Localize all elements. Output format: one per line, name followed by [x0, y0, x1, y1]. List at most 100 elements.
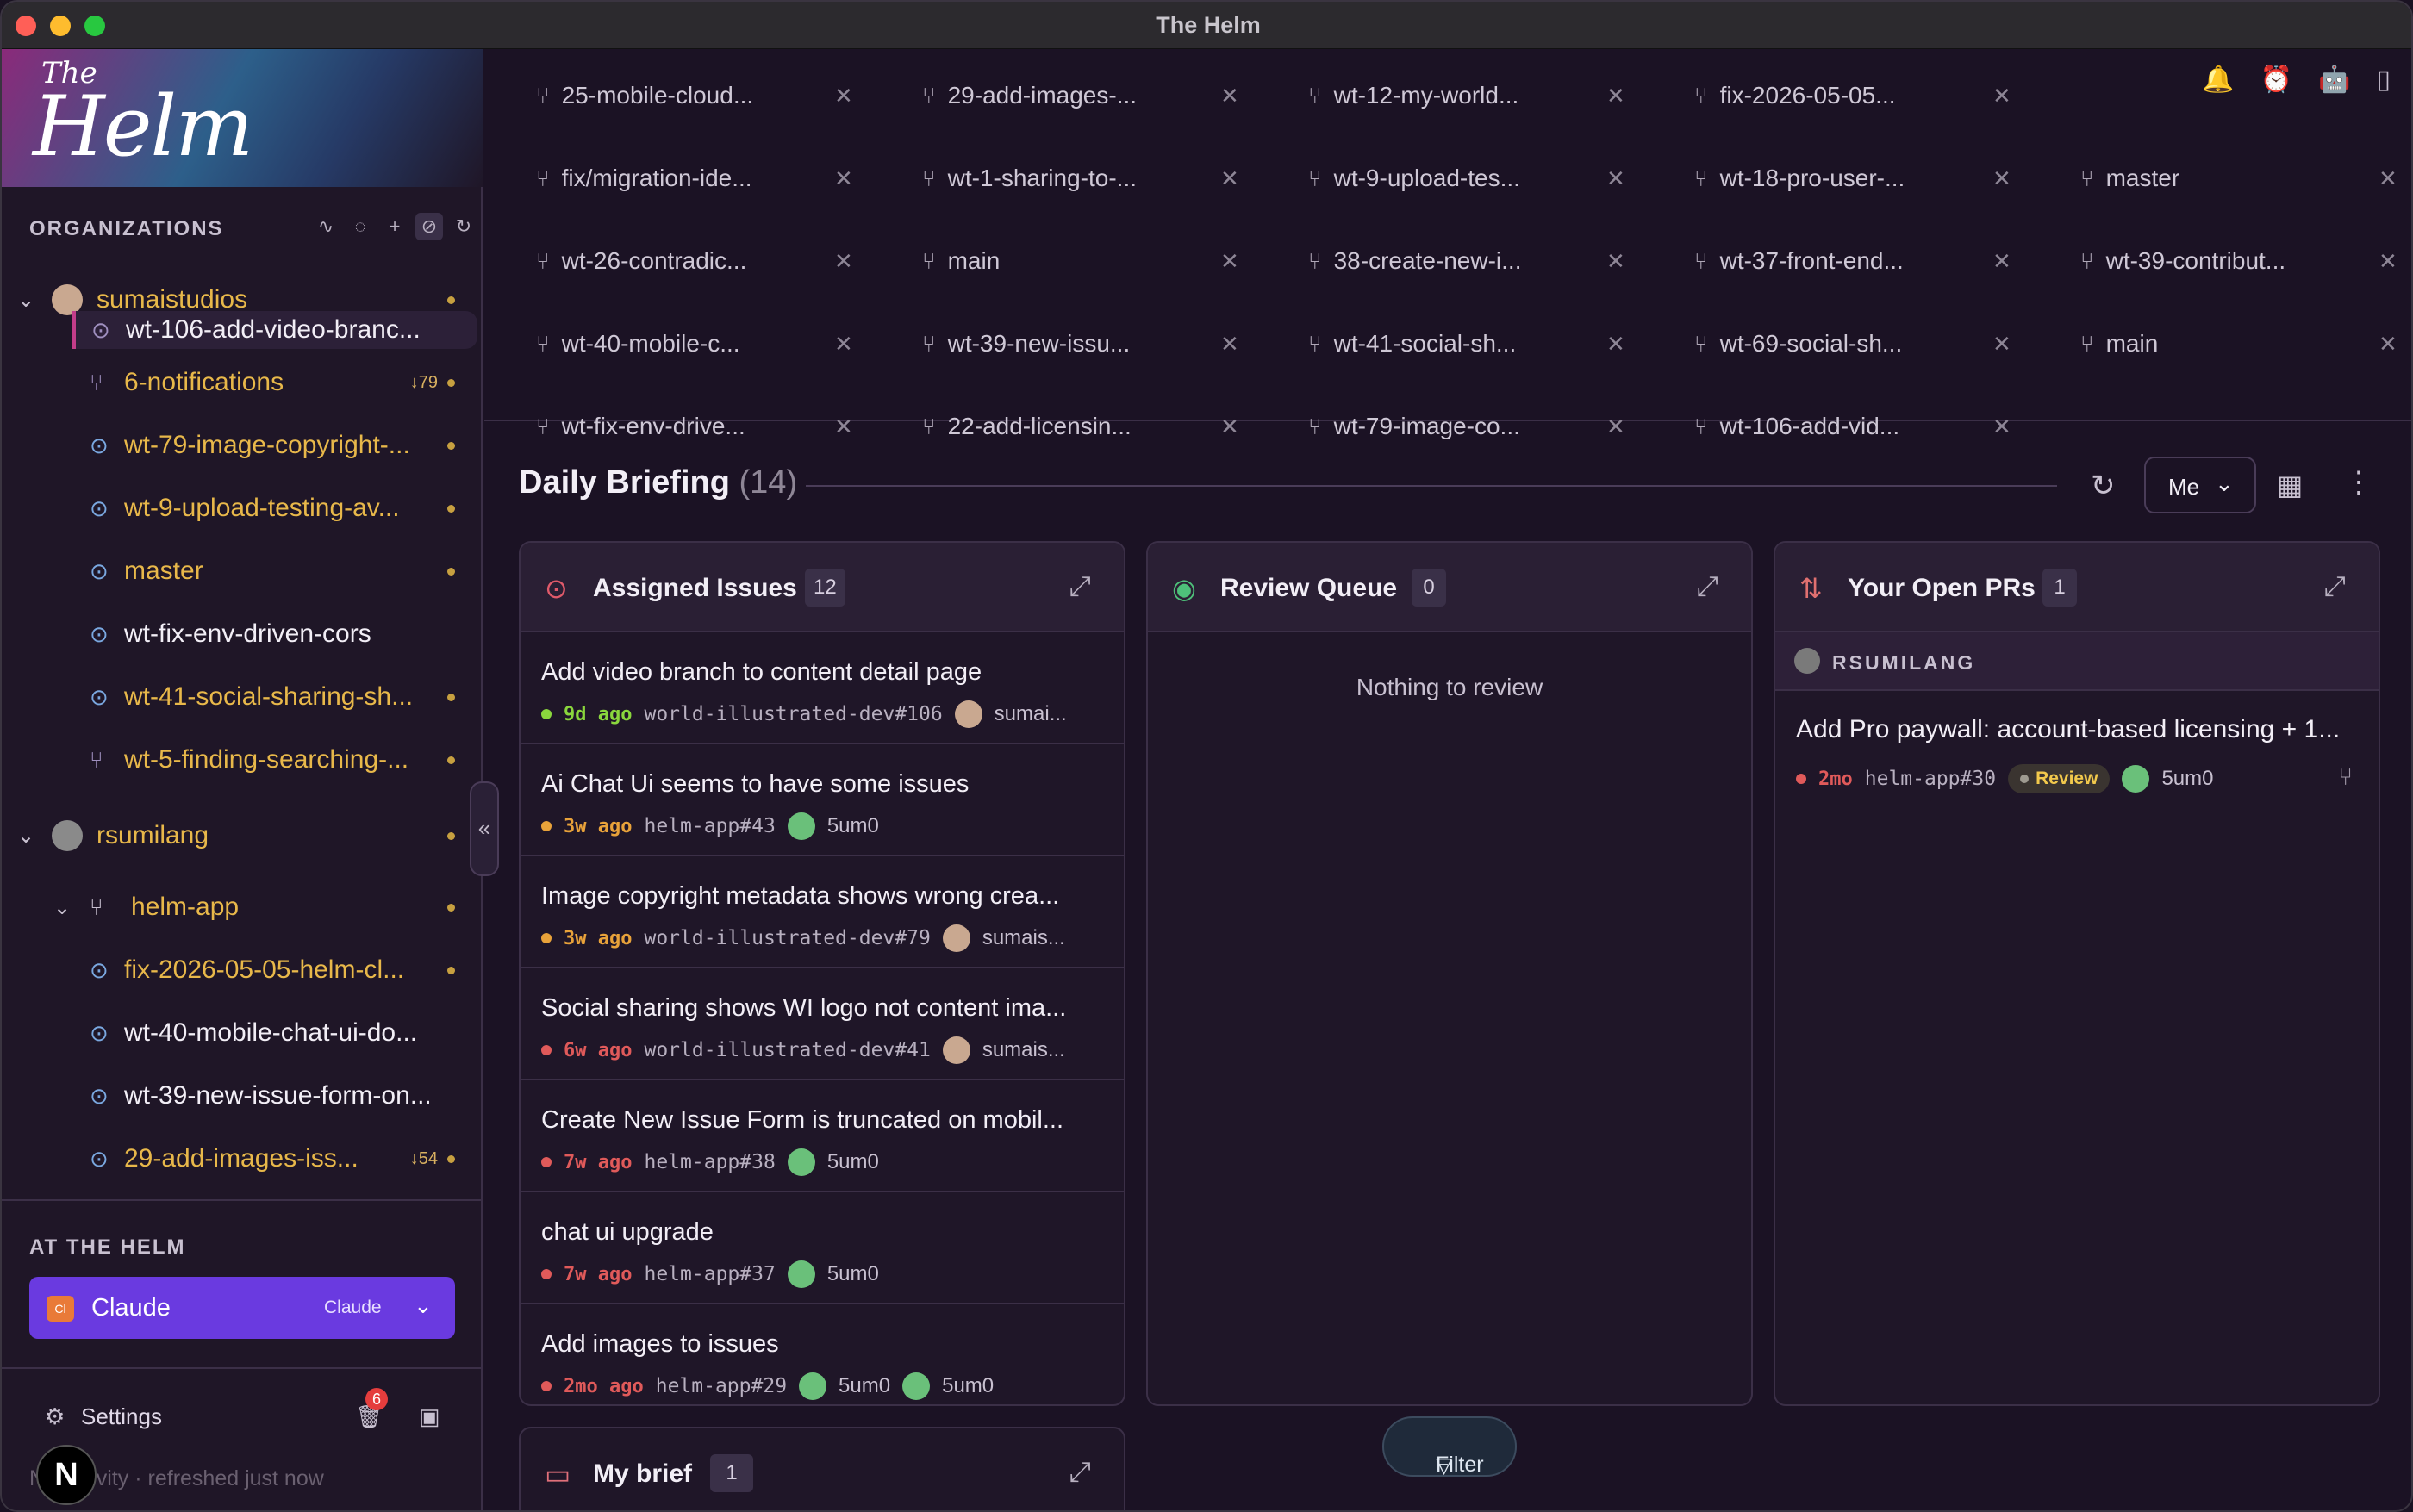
- bot-icon[interactable]: 🤖: [2318, 65, 2350, 95]
- repo-row-helm-app[interactable]: ⌄ ⑂ helm-app: [2, 880, 481, 934]
- close-tab-icon[interactable]: ✕: [1992, 414, 2011, 440]
- close-tab-icon[interactable]: ✕: [2379, 165, 2397, 192]
- issue-row[interactable]: Add images to issues 2mo ago helm-app#29 5u…: [521, 1304, 1124, 1404]
- pr-repo[interactable]: helm-app#30: [1865, 768, 1996, 790]
- issue-repo[interactable]: world-illustrated-dev#41: [644, 1039, 930, 1061]
- close-tab-icon[interactable]: ✕: [1992, 248, 2011, 275]
- issue-title[interactable]: Add video branch to content detail page: [541, 658, 1101, 687]
- save-icon[interactable]: ▣: [419, 1403, 440, 1430]
- close-tab-icon[interactable]: ✕: [1606, 414, 1625, 440]
- chevron-down-icon[interactable]: ⌄: [17, 824, 34, 849]
- close-tab-icon[interactable]: ✕: [1220, 331, 1239, 358]
- bell-icon[interactable]: 🔔: [2202, 65, 2234, 95]
- close-tab-icon[interactable]: ✕: [834, 165, 853, 192]
- issue-repo[interactable]: helm-app#43: [644, 815, 775, 837]
- branch-tab[interactable]: ⑂ 25-mobile-cloud... ✕: [536, 70, 853, 121]
- issue-repo[interactable]: helm-app#29: [656, 1375, 787, 1397]
- sidebar-item[interactable]: ⑂ wt-5-finding-searching-...: [2, 733, 481, 787]
- refresh-icon[interactable]: ↻: [450, 213, 477, 240]
- expand-icon[interactable]: ⤢: [1069, 570, 1091, 603]
- sidebar-item[interactable]: ⊙ wt-fix-env-driven-cors: [2, 607, 481, 661]
- close-tab-icon[interactable]: ✕: [834, 414, 853, 440]
- issue-row[interactable]: Ai Chat Ui seems to have some issues 3w a…: [521, 744, 1124, 856]
- branch-tab[interactable]: ⑂ wt-106-add-vid... ✕: [1694, 401, 2011, 452]
- sidebar-item[interactable]: ⊙ master: [2, 544, 481, 598]
- close-tab-icon[interactable]: ✕: [1992, 331, 2011, 358]
- branch-icon[interactable]: ⑂: [2338, 763, 2353, 791]
- issue-title[interactable]: Ai Chat Ui seems to have some issues: [541, 770, 1101, 799]
- issue-repo[interactable]: helm-app#38: [644, 1151, 775, 1173]
- close-tab-icon[interactable]: ✕: [1220, 414, 1239, 440]
- sidebar-item[interactable]: ⊙ wt-41-social-sharing-sh...: [2, 670, 481, 724]
- org-row-rsumilang[interactable]: ⌄ rsumilang: [2, 809, 481, 862]
- sidebar-item[interactable]: ⑂ 6-notifications ↓79: [2, 356, 481, 409]
- close-tab-icon[interactable]: ✕: [1606, 331, 1625, 358]
- issue-title[interactable]: Create New Issue Form is truncated on mo…: [541, 1106, 1101, 1135]
- branch-tab[interactable]: ⑂ wt-79-image-co... ✕: [1308, 401, 1625, 452]
- close-tab-icon[interactable]: ✕: [834, 331, 853, 358]
- scope-dropdown[interactable]: Me ⌄: [2144, 457, 2256, 513]
- gear-icon[interactable]: ⚙: [45, 1403, 65, 1430]
- circle-dashed-icon[interactable]: ◌: [346, 213, 374, 240]
- branch-tab[interactable]: ⑂ master ✕: [2080, 152, 2397, 204]
- sidebar-item[interactable]: ⊙ fix-2026-05-05-helm-cl...: [2, 943, 481, 997]
- issue-title[interactable]: Social sharing shows WI logo not content…: [541, 994, 1101, 1023]
- settings-button[interactable]: Settings: [81, 1403, 162, 1430]
- chevron-down-icon[interactable]: ⌄: [53, 895, 71, 920]
- issue-repo[interactable]: world-illustrated-dev#106: [644, 703, 942, 725]
- branch-tab[interactable]: ⑂ wt-39-new-issu... ✕: [922, 318, 1239, 370]
- branch-tab[interactable]: ⑂ main ✕: [2080, 318, 2397, 370]
- pr-title[interactable]: Add Pro paywall: account-based licensing…: [1796, 715, 2373, 744]
- issue-title[interactable]: Add images to issues: [541, 1330, 1101, 1359]
- branch-tab[interactable]: ⑂ 22-add-licensin... ✕: [922, 401, 1239, 452]
- close-tab-icon[interactable]: ✕: [1992, 83, 2011, 109]
- branch-tab[interactable]: ⑂ wt-fix-env-drive... ✕: [536, 401, 853, 452]
- close-tab-icon[interactable]: ✕: [1606, 165, 1625, 192]
- sidebar-item[interactable]: ⊙ wt-9-upload-testing-av...: [2, 482, 481, 535]
- branch-tab[interactable]: ⑂ main ✕: [922, 235, 1239, 287]
- branch-tab[interactable]: ⑂ wt-9-upload-tes... ✕: [1308, 152, 1625, 204]
- sidebar-item-selected[interactable]: ⊙ wt-106-add-video-branc...: [72, 311, 477, 349]
- issue-repo[interactable]: helm-app#37: [644, 1263, 775, 1285]
- refresh-icon[interactable]: ↻: [2091, 469, 2116, 503]
- close-tab-icon[interactable]: ✕: [1220, 83, 1239, 109]
- branch-tab[interactable]: ⑂ fix/migration-ide... ✕: [536, 152, 853, 204]
- close-tab-icon[interactable]: ✕: [1992, 165, 2011, 192]
- close-tab-icon[interactable]: ✕: [1220, 165, 1239, 192]
- activity-icon[interactable]: ∿: [312, 213, 340, 240]
- close-tab-icon[interactable]: ✕: [1220, 248, 1239, 275]
- issue-title[interactable]: chat ui upgrade: [541, 1218, 1101, 1247]
- agent-selector[interactable]: Cl Claude Claude ⌄: [29, 1277, 455, 1339]
- chevron-down-icon[interactable]: ⌄: [17, 288, 34, 313]
- filter-button[interactable]: ▽ Filter: [1382, 1416, 1517, 1478]
- branch-tab[interactable]: ⑂ wt-18-pro-user-... ✕: [1694, 152, 2011, 204]
- branch-tab[interactable]: ⑂ 29-add-images-... ✕: [922, 70, 1239, 121]
- sidebar-item[interactable]: ⊙ wt-40-mobile-chat-ui-do...: [2, 1006, 481, 1060]
- close-tab-icon[interactable]: ✕: [2379, 248, 2397, 275]
- close-tab-icon[interactable]: ✕: [2379, 331, 2397, 358]
- issue-row[interactable]: Social sharing shows WI logo not content…: [521, 968, 1124, 1080]
- branch-tab[interactable]: ⑂ wt-1-sharing-to-... ✕: [922, 152, 1239, 204]
- branch-tab[interactable]: ⑂ wt-37-front-end... ✕: [1694, 235, 2011, 287]
- branch-tab[interactable]: ⑂ 38-create-new-i... ✕: [1308, 235, 1625, 287]
- expand-icon[interactable]: ⤢: [2323, 570, 2346, 603]
- branch-tab[interactable]: ⑂ wt-26-contradic... ✕: [536, 235, 853, 287]
- branch-tab[interactable]: ⑂ wt-41-social-sh... ✕: [1308, 318, 1625, 370]
- branch-tab[interactable]: ⑂ fix-2026-05-05... ✕: [1694, 70, 2011, 121]
- branch-tab[interactable]: ⑂ wt-40-mobile-c... ✕: [536, 318, 853, 370]
- more-icon[interactable]: ⋮: [2344, 465, 2373, 500]
- close-tab-icon[interactable]: ✕: [834, 248, 853, 275]
- branch-tab[interactable]: ⑂ wt-12-my-world... ✕: [1308, 70, 1625, 121]
- sidebar-item[interactable]: ⊙ 29-add-images-iss... ↓54: [2, 1132, 481, 1185]
- user-avatar[interactable]: N: [36, 1445, 97, 1505]
- issue-row[interactable]: Image copyright metadata shows wrong cre…: [521, 856, 1124, 968]
- expand-icon[interactable]: ⤢: [1696, 570, 1718, 603]
- alarm-icon[interactable]: ⏰: [2260, 65, 2292, 95]
- branch-tab[interactable]: ⑂ wt-39-contribut... ✕: [2080, 235, 2397, 287]
- sidebar-item[interactable]: ⊙ wt-79-image-copyright-...: [2, 419, 481, 472]
- calendar-icon[interactable]: ▦: [2277, 469, 2303, 501]
- branch-tab[interactable]: ⑂ wt-69-social-sh... ✕: [1694, 318, 2011, 370]
- issue-row[interactable]: chat ui upgrade 7w ago helm-app#37 5um0: [521, 1192, 1124, 1304]
- issue-row[interactable]: Add video branch to content detail page 9…: [521, 632, 1124, 744]
- issue-row[interactable]: Create New Issue Form is truncated on mo…: [521, 1080, 1124, 1192]
